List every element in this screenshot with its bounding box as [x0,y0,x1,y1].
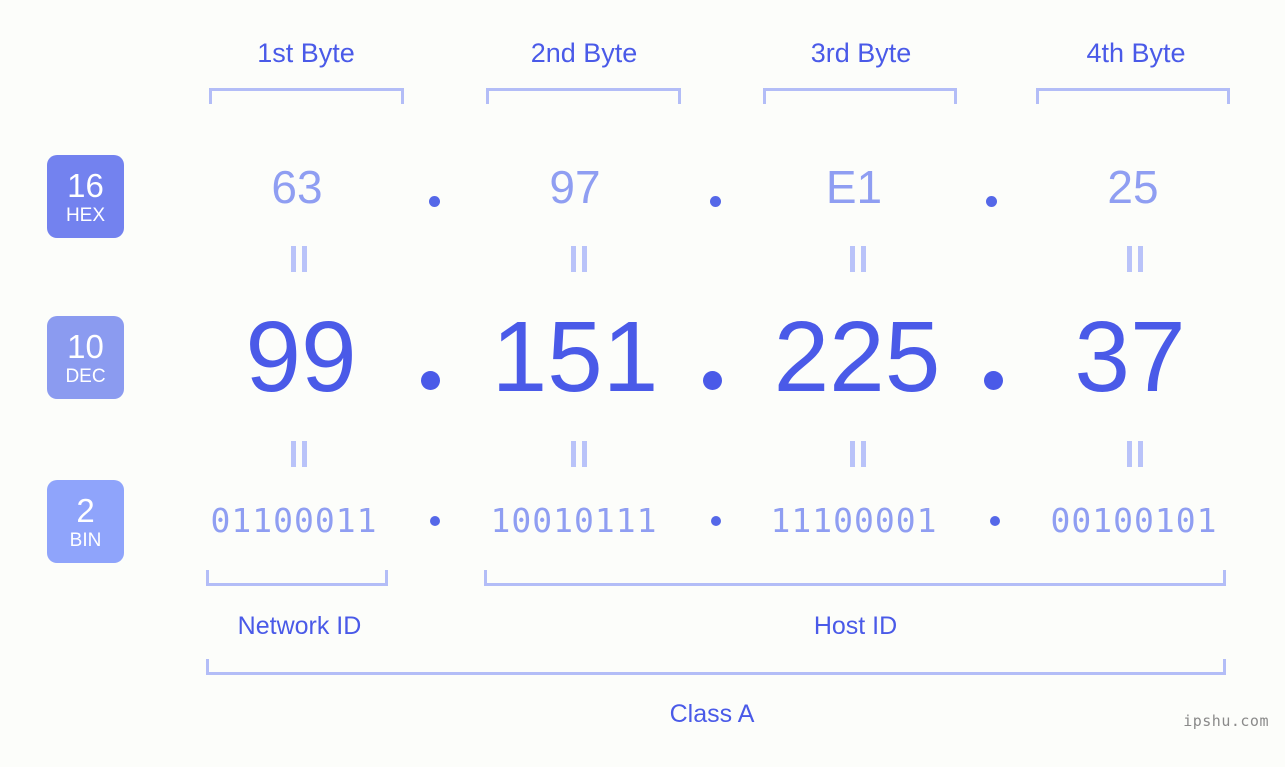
bin-octet-2: 10010111 [490,501,658,540]
base-badge-dec-label: DEC [65,366,106,387]
byte-header-2: 2nd Byte [530,38,638,68]
equals-icon-dec-bin-3 [847,441,869,467]
bin-octet-1: 01100011 [210,501,378,540]
watermark: ipshu.com [1183,712,1269,730]
base-badge-dec: 10 DEC [47,316,124,399]
hex-octet-3: E1 [825,161,883,213]
network-id-label: Network ID [237,612,362,640]
dec-separator-dot-1 [421,371,440,390]
host-id-bracket [484,570,1226,586]
bin-separator-dot-3 [990,516,1000,526]
byte-header-4: 4th Byte [1086,38,1186,68]
byte-bracket-2 [486,88,681,104]
equals-icon-hex-dec-2 [568,246,590,272]
bin-separator-dot-1 [430,516,440,526]
base-badge-dec-number: 10 [67,328,104,365]
hex-separator-dot-1 [429,196,440,207]
dec-separator-dot-2 [703,371,722,390]
network-id-bracket [206,570,388,586]
bin-octet-4: 00100101 [1050,501,1218,540]
byte-bracket-4 [1036,88,1230,104]
equals-icon-dec-bin-2 [568,441,590,467]
dec-octet-3: 225 [773,301,941,413]
address-class-bracket [206,659,1226,675]
base-badge-bin-label: BIN [69,530,102,551]
equals-icon-hex-dec-4 [1124,246,1146,272]
host-id-label: Host ID [813,612,898,640]
byte-header-3: 3rd Byte [810,38,912,68]
byte-header-1: 1st Byte [257,38,355,68]
base-badge-hex: 16 HEX [47,155,124,238]
hex-separator-dot-2 [710,196,721,207]
equals-icon-hex-dec-3 [847,246,869,272]
base-badge-bin-number: 2 [76,492,95,529]
base-badge-hex-label: HEX [65,205,106,226]
ip-address-diagram: 1st Byte 2nd Byte 3rd Byte 4th Byte 16 H… [0,0,1285,767]
dec-octet-1: 99 [245,301,357,413]
bin-octet-3: 11100001 [770,501,938,540]
base-badge-hex-number: 16 [67,167,104,204]
address-class-label: Class A [669,700,755,728]
hex-octet-4: 25 [1107,161,1159,213]
byte-bracket-3 [763,88,957,104]
hex-octet-1: 63 [271,161,323,213]
dec-octet-4: 37 [1074,301,1186,413]
hex-separator-dot-3 [986,196,997,207]
bin-separator-dot-2 [711,516,721,526]
byte-bracket-1 [209,88,404,104]
equals-icon-dec-bin-1 [288,441,310,467]
base-badge-bin: 2 BIN [47,480,124,563]
dec-separator-dot-3 [984,371,1003,390]
equals-icon-hex-dec-1 [288,246,310,272]
hex-octet-2: 97 [549,161,601,213]
equals-icon-dec-bin-4 [1124,441,1146,467]
dec-octet-2: 151 [491,301,659,413]
